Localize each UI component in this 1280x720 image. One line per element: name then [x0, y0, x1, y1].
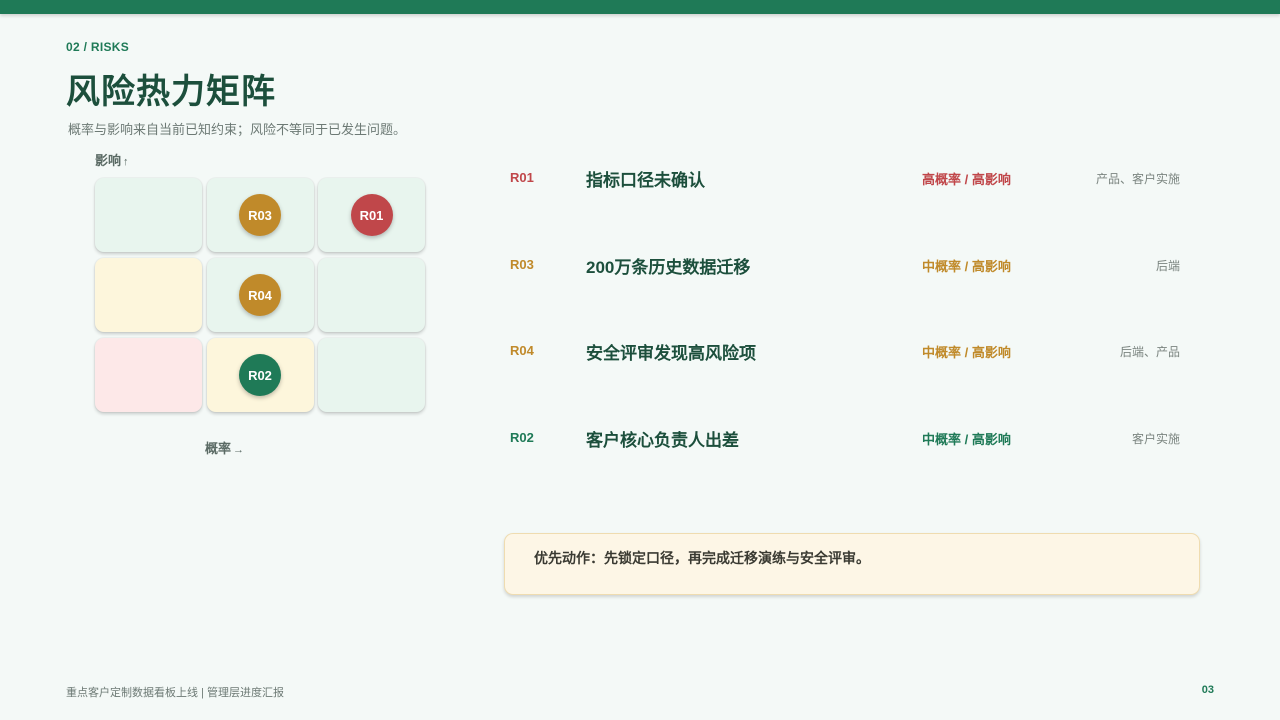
risk-name: 客户核心负责人出差	[586, 431, 739, 450]
page-title: 风险热力矩阵	[66, 73, 276, 111]
risk-owner: 客户实施	[1131, 432, 1180, 446]
risk-owner: 后端、产品	[1119, 345, 1180, 359]
risk-name: 200万条历史数据迁移	[586, 258, 751, 277]
risk-level: 高概率 / 高影响	[922, 172, 1011, 187]
matrix-cell	[95, 338, 202, 412]
risk-name: 安全评审发现高风险项	[586, 344, 756, 363]
matrix-cell	[318, 338, 425, 412]
matrix-cell	[318, 258, 425, 332]
risk-name: 指标口径未确认	[586, 171, 705, 190]
risk-badge: R03	[239, 194, 281, 236]
risk-row: R01 指标口径未确认 高概率 / 高影响 产品、客户实施	[510, 166, 1180, 190]
matrix-cell	[95, 178, 202, 252]
y-axis-text: 影响	[95, 153, 122, 168]
risk-badge: R01	[350, 194, 393, 236]
risk-row: R04 安全评审发现高风险项 中概率 / 高影响 后端、产品	[510, 339, 1180, 363]
risk-badge: R04	[239, 274, 281, 316]
risk-row: R03 200万条历史数据迁移 中概率 / 高影响 后端	[510, 253, 1180, 277]
risk-level: 中概率 / 高影响	[922, 432, 1011, 447]
section-kicker: 02 / RISKS	[66, 40, 130, 54]
page-subtitle: 概率与影响来自当前已知约束；风险不等同于已发生问题。	[68, 122, 407, 137]
risk-row: R02 客户核心负责人出差 中概率 / 高影响 客户实施	[510, 426, 1180, 450]
top-accent-bar	[0, 0, 1280, 14]
risk-id: R04	[510, 343, 534, 358]
risk-level: 中概率 / 高影响	[922, 345, 1011, 360]
x-axis-text: 概率	[205, 441, 232, 456]
risk-level: 中概率 / 高影响	[922, 259, 1011, 274]
arrow-up-icon: ↑	[123, 156, 129, 168]
matrix-cell	[95, 258, 202, 332]
page-number: 03	[1201, 684, 1214, 696]
risk-heat-matrix: R03 R01 R04 R02	[95, 178, 425, 412]
priority-action-box: 优先动作：先锁定口径，再完成迁移演练与安全评审。	[504, 533, 1200, 595]
risk-id: R01	[510, 170, 534, 185]
priority-action-text: 优先动作：先锁定口径，再完成迁移演练与安全评审。	[534, 550, 870, 566]
risk-id: R02	[510, 430, 534, 445]
risk-id: R03	[510, 257, 534, 272]
x-axis-label: 概率 →	[205, 438, 244, 457]
risk-owner: 后端	[1155, 259, 1180, 273]
risk-badge: R02	[239, 354, 281, 396]
arrow-right-icon: →	[233, 444, 245, 456]
y-axis-label: 影响 ↑	[95, 150, 129, 169]
matrix-cell: R02	[206, 338, 314, 412]
matrix-cell: R03	[206, 178, 314, 252]
matrix-cell: R01	[318, 178, 425, 252]
matrix-cell: R04	[206, 258, 314, 332]
footer-text: 重点客户定制数据看板上线 | 管理层进度汇报	[66, 687, 284, 699]
risk-owner: 产品、客户实施	[1095, 172, 1180, 186]
